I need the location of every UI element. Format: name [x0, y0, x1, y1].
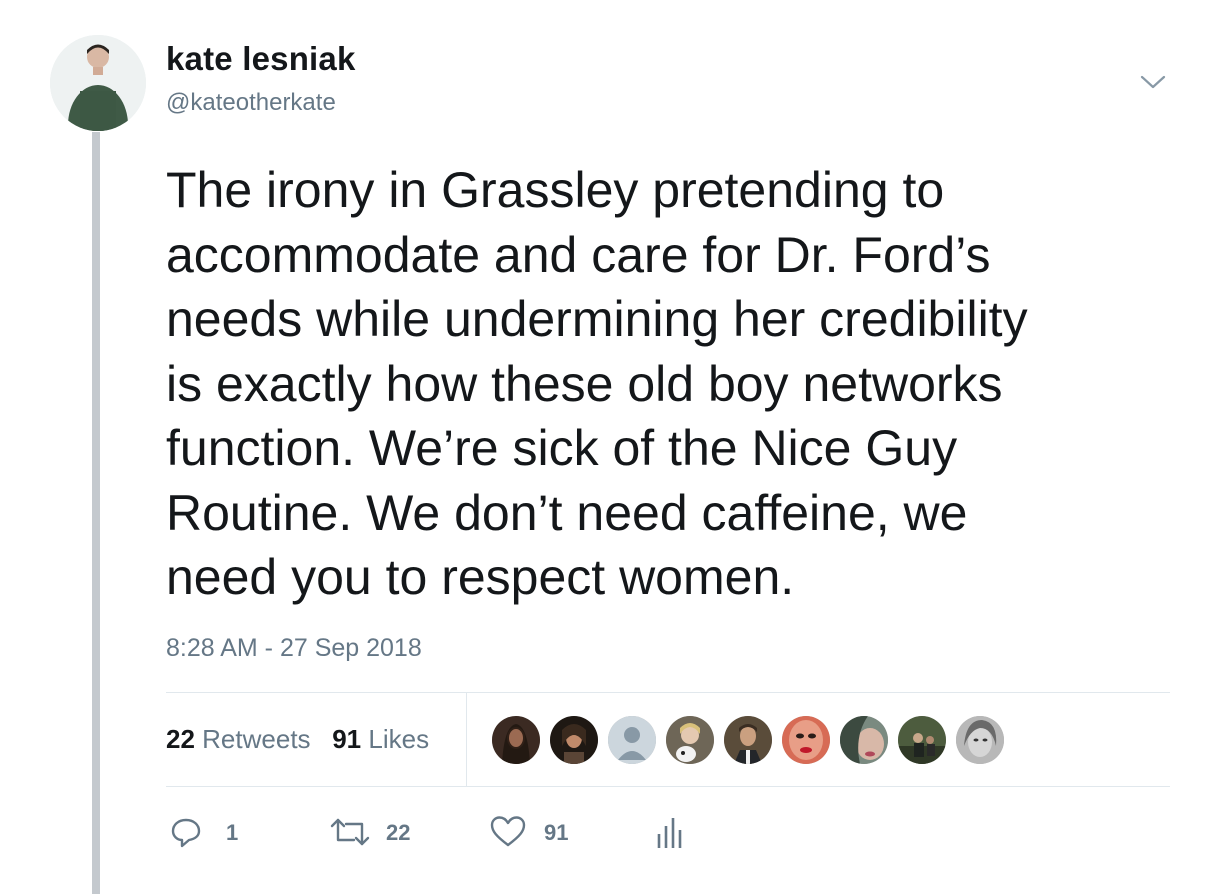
more-options-button[interactable]	[1136, 70, 1170, 94]
liker-avatar-1[interactable]	[492, 716, 540, 764]
tweet-text-line: is exactly how these old boy networks	[166, 355, 1003, 412]
liker-avatar-3[interactable]	[608, 716, 656, 764]
reply-icon	[171, 818, 201, 848]
tweet-text-line: Routine. We don’t need caffeine, we	[166, 484, 968, 541]
retweet-button[interactable]: 22	[328, 812, 428, 852]
stats-top-divider	[166, 692, 1170, 693]
avatar-photo	[50, 35, 146, 131]
retweets-stat[interactable]: 22 Retweets	[166, 724, 311, 754]
analytics-icon	[657, 818, 682, 848]
author-handle[interactable]: @kateotherkate	[166, 89, 336, 117]
retweets-stat-label: Retweets	[202, 724, 311, 754]
retweet-count: 22	[386, 820, 411, 845]
tweet-text: The irony in Grassley pretending to acco…	[166, 158, 1176, 610]
stats-vertical-divider	[466, 693, 467, 786]
tweet-text-line: The irony in Grassley pretending to	[166, 162, 945, 218]
liker-avatar-5[interactable]	[724, 716, 772, 764]
like-count: 91	[544, 820, 569, 845]
analytics-button[interactable]	[654, 812, 684, 852]
like-button[interactable]: 91	[488, 812, 588, 852]
reply-button[interactable]: 1	[166, 812, 256, 852]
tweet-text-line: accommodate and care for Dr. Ford’s	[166, 226, 991, 283]
liker-avatar-8[interactable]	[898, 716, 946, 764]
author-avatar[interactable]	[50, 35, 146, 131]
tweet-text-line: function. We’re sick of the Nice Guy	[166, 420, 958, 476]
author-name[interactable]: kate lesniak	[166, 40, 356, 78]
retweet-icon	[330, 818, 370, 846]
chevron-down-icon	[1140, 75, 1166, 89]
retweets-stat-count: 22	[166, 724, 195, 754]
heart-icon	[490, 816, 526, 847]
tweet-text-line: needs while undermining her credibility	[166, 291, 1028, 347]
liker-avatar-7[interactable]	[840, 716, 888, 764]
stats-bottom-divider	[166, 786, 1170, 787]
liker-avatar-4[interactable]	[666, 716, 714, 764]
likes-stat-count: 91	[332, 724, 362, 754]
tweet-timestamp[interactable]: 8:28 AM - 27 Sep 2018	[166, 634, 422, 663]
tweet-text-line: need you to respect women.	[166, 549, 795, 605]
thread-connector-line	[92, 132, 100, 894]
likes-stat[interactable]: 91 Likes	[332, 724, 429, 754]
liker-avatar-9[interactable]	[956, 716, 1004, 764]
liker-avatar-2[interactable]	[550, 716, 598, 764]
engagement-stats: 22 Retweets 91 Likes	[166, 724, 429, 755]
reply-count: 1	[226, 820, 239, 845]
liker-avatar-6[interactable]	[782, 716, 830, 764]
likes-stat-label: Likes	[368, 724, 430, 754]
